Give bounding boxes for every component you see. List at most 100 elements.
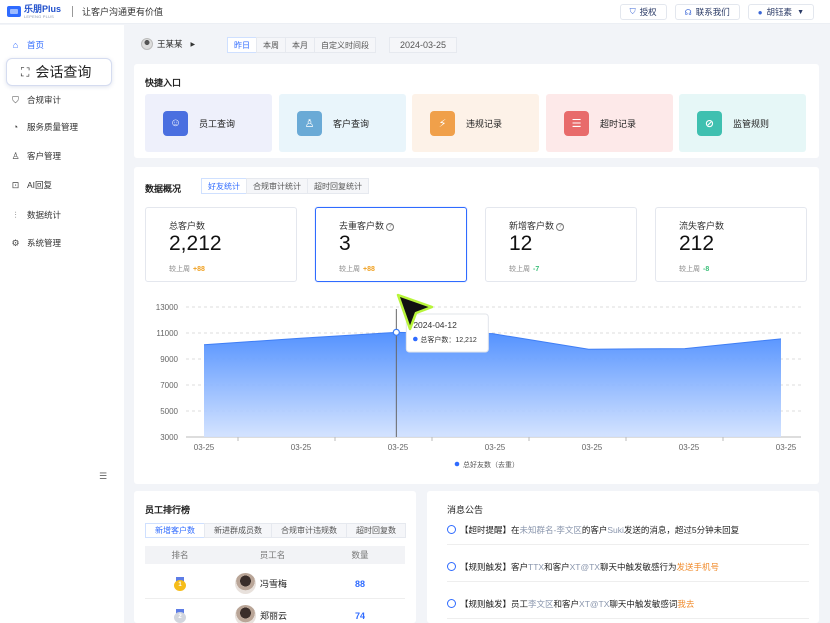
tab-ranking-1[interactable]: 新进群成员数 [204,523,272,538]
sidebar-item-compliance[interactable]: ⛉ 合规审计 [10,92,61,108]
stats-icon: ⫶ [14,209,17,220]
tab-overview-1[interactable]: 合规审计统计 [246,178,308,194]
sidebar-item-statistics[interactable]: ⫶ 数据统计 [10,207,61,223]
logo-subtext: LEPENG PLUS [24,13,54,19]
compare-delta: +88 [363,266,375,273]
compare-label: 较上周 [509,266,530,273]
quick-entry-employee-query[interactable]: ☺ 员工查询 [145,94,272,152]
notice-text: 【规则触发】员工 [460,598,529,609]
date-picker[interactable]: 2024-03-25 [389,37,457,53]
user-icon: ♙ [11,150,20,161]
circle-icon [447,562,456,571]
shield-check-icon: ⛉ [629,7,636,16]
stat-compare: 较上周 +88 [339,264,375,274]
tab-ranking-0[interactable]: 新增客户数 [145,523,205,538]
x-tick-label: 03-25 [291,443,312,452]
x-tick-label: 03-25 [582,443,603,452]
quick-entry-monitoring-rules[interactable]: ⊘ 监管规则 [679,94,806,152]
help-icon[interactable]: ? [556,223,565,231]
ranking-tabs: 新增客户数 新进群成员数 合规审计违规数 超时回复数 [145,523,406,538]
tooltip-dot [413,336,418,342]
sidebar-item-ai-reply[interactable]: ⊡ AI回复 [10,177,52,193]
notice-item[interactable]: 【超时提醒】在 未知群名-李文区 的客户 Suki 发送的消息，超过5分钟未回复 [447,515,809,545]
avatar [141,38,153,50]
ranking-title: 员工排行榜 [145,505,191,515]
stat-card[interactable]: 去重客户数? 3 较上周 +88 [315,207,467,282]
medal-rank: 2 [174,611,186,623]
collapse-menu-icon[interactable]: ☰ [99,471,107,482]
medal-icon: 1 [174,576,186,591]
caret-right-icon: ▶ [190,41,196,48]
sidebar-item-system[interactable]: ⚙ 系统管理 [10,235,61,251]
ranking-table-header: 排名 员工名 数量 [145,546,405,564]
app-logo[interactable]: 乐朋Plus LEPENG PLUS [7,4,61,19]
stat-value: 3 [339,232,351,255]
y-tick-label: 5000 [160,407,178,416]
notice-text: 聊天中触发敏感行为 [599,561,677,572]
quick-entry-violation-records[interactable]: ⚡ 违规记录 [412,94,539,152]
table-row[interactable]: 1 冯雪梅 88 [145,569,405,599]
top-bar: 乐朋Plus LEPENG PLUS 让客户沟通更有价值 ⛉ 授权 ☊ 联系我们… [0,0,830,24]
stat-label: 去重客户数? [339,219,395,232]
tab-period-1[interactable]: 本周 [256,37,286,53]
home-icon: ⌂ [12,40,19,50]
table-row[interactable]: 2 郑丽云 74 [145,601,405,623]
stat-card[interactable]: 流失客户数 212 较上周 -8 [655,207,807,282]
logo-icon [7,6,21,17]
circle-icon [447,525,456,534]
notice-text: 未知群名-李文区 [519,524,582,535]
sidebar-item-customers[interactable]: ♙ 客户管理 [10,148,61,164]
stat-card[interactable]: 总客户数 2,212 较上周 +88 [145,207,297,282]
mouse-cursor-icon [396,293,434,331]
legend-label: 总好友数（去重） [463,460,519,469]
stat-label: 流失客户数 [679,219,724,232]
tab-period-2[interactable]: 本月 [285,37,315,53]
stat-compare: 较上周 +88 [169,264,205,274]
tab-overview-0[interactable]: 好友统计 [201,178,247,194]
sidebar-item-quality[interactable]: ◔ 服务质量管理 [10,119,78,135]
tab-ranking-3[interactable]: 超时回复数 [346,523,406,538]
user-selector[interactable]: 王某某 ▶ [141,38,195,50]
tab-ranking-2[interactable]: 合规审计违规数 [271,523,347,538]
notice-item[interactable]: 【规则触发】客户 TTX 和客户 XT@TX 聊天中触发敏感行为 发送手机号 [447,552,809,582]
notice-text: XT@TX [579,598,610,609]
stat-label-text: 新增客户数 [509,221,555,231]
notice-text: 发送手机号 [676,561,719,572]
chevron-down-icon: ▼ [797,8,804,16]
user-menu[interactable]: ● 胡钰素 ▼ [747,4,814,20]
contact-button[interactable]: ☊ 联系我们 [674,4,740,20]
stat-label-text: 去重客户数 [339,221,385,231]
compare-delta: -7 [533,266,540,273]
quick-entry-customer-query[interactable]: ♙ 客户查询 [279,94,406,152]
friends-area-chart: 3000 5000 7000 9000 11000 13000 03-25 03-25 03-2… [156,303,801,469]
quick-entry-label: 员工查询 [199,118,236,129]
overview-card: 数据概况 好友统计 合规审计统计 超时回复统计 总客户数 2,212 较上周 +88 去重客… [134,167,819,484]
tab-period-3[interactable]: 自定义时间段 [314,37,376,53]
authorize-button[interactable]: ⛉ 授权 [619,4,667,20]
quick-entry-timeout-records[interactable]: ☰ 超时记录 [546,94,673,152]
notice-text: 我去 [677,598,695,609]
tooltip-value: 总客户数：12,212 [420,335,477,344]
y-tick-label: 3000 [160,433,178,442]
stat-label: 总客户数 [169,219,205,232]
x-tick-label: 03-25 [485,443,506,452]
session-query-popout[interactable]: ⛶ 会话查询 [6,58,112,86]
count-cell: 88 [354,578,365,589]
notice-item[interactable]: 【规则触发】员工 李文区 和客户 XT@TX 聊天中触发敏感词 我去 [447,589,809,619]
stat-compare: 较上周 -7 [509,264,539,274]
tab-period-0[interactable]: 昨日 [227,37,257,53]
customer-query-icon: ♙ [297,110,322,136]
rank-cell: 2 [145,608,215,623]
employee-name: 冯雪梅 [260,579,288,589]
help-icon[interactable]: ? [386,223,395,231]
notice-text: TTX [528,561,545,572]
tab-overview-2[interactable]: 超时回复统计 [307,178,369,194]
stat-value: 212 [679,232,715,255]
sidebar-item-home[interactable]: ⌂ 首页 [10,37,44,53]
sidebar: ⌂ 首页 ⛶ 会话查询 ⛉ 合规审计 ◔ 服务质量管理 ♙ 客户管理 ⊡ AI回… [0,25,124,623]
quality-icon: ◔ [12,122,19,132]
y-tick-label: 11000 [156,329,178,338]
stat-card[interactable]: 新增客户数? 12 较上周 -7 [485,207,637,282]
notice-card: 消息公告 【超时提醒】在 未知群名-李文区 的客户 Suki 发送的消息，超过5分钟… [427,491,819,623]
quick-entry-label: 客户查询 [333,118,370,129]
